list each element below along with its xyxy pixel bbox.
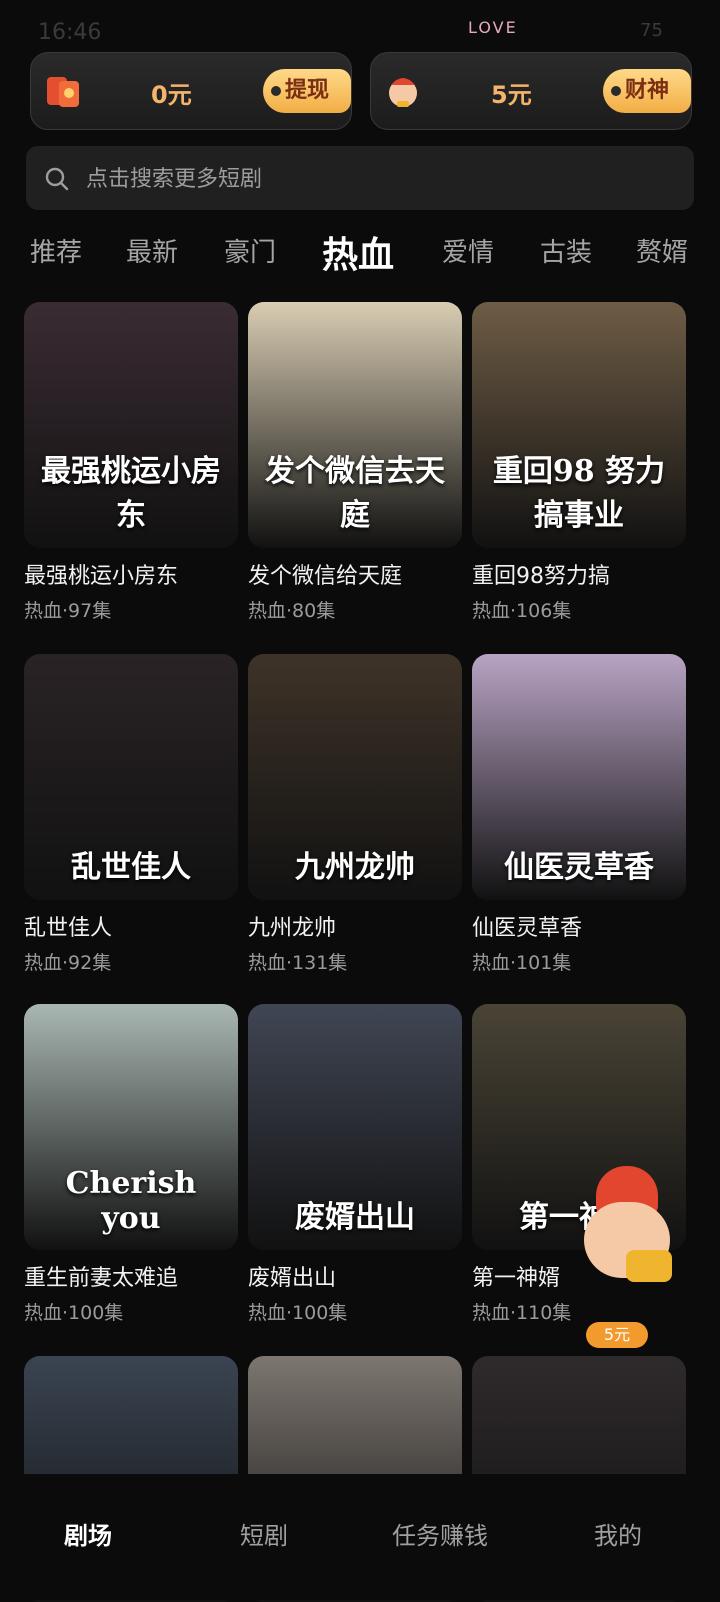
drama-card[interactable]: 九州龙帅 九州龙帅 热血·131集 [248,654,462,974]
drama-meta: 热血·110集 [472,1302,572,1324]
drama-card[interactable]: 废婿出山 废婿出山 热血·100集 [248,1004,462,1324]
poster-title-art: 仙医灵草香 [504,850,654,885]
nav-earn-tasks[interactable]: 任务赚钱 [392,1516,488,1551]
drama-card[interactable]: 发个微信去天庭发个微信给天庭 热血·80集 [248,302,462,622]
status-decoration: LOVE [468,18,518,37]
drama-title: 废婿出山 [248,1266,337,1291]
drama-meta: 热血·101集 [472,952,572,974]
drama-poster[interactable]: 乱世佳人 [24,654,238,900]
tab-son-in-law[interactable]: 赘婿 [636,232,688,269]
poster-title-art: 九州龙帅 [295,850,415,885]
drama-title: 重生前妻太难追 [24,1266,179,1291]
fortune-card[interactable]: 5元 财神 [370,52,692,130]
fortune-god-floating-icon[interactable] [566,1166,684,1316]
drama-card[interactable]: 重回98 努力搞事业重回98努力搞 热血·106集 [472,302,686,622]
battery-level: 75 [640,20,663,41]
poster-title-art: 乱世佳人 [71,850,191,885]
drama-poster[interactable]: 发个微信去天庭 [248,302,462,548]
search-input[interactable] [84,160,668,198]
tab-costume[interactable]: 古装 [540,232,592,269]
category-tabs: 推荐 最新 豪门 热血 爱情 古装 赘婿 [0,226,720,276]
search-bar[interactable] [26,146,694,210]
tab-romance[interactable]: 爱情 [442,232,494,269]
drama-meta: 热血·92集 [24,952,112,974]
drama-card[interactable]: Cherish you 重生前妻太难追 热血·100集 [24,1004,238,1324]
red-envelope-icon [47,77,79,107]
drama-poster[interactable]: 九州龙帅 [248,654,462,900]
drama-poster[interactable]: Cherish you [24,1004,238,1250]
poster-title-art: 发个微信去天庭 [265,454,445,533]
drama-title: 发个微信给天庭 [248,564,403,589]
search-icon [45,167,69,191]
tab-hot-blood[interactable]: 热血 [322,226,394,278]
bottom-navigation: 剧场 短剧 任务赚钱 我的 [0,1474,720,1600]
drama-card[interactable]: 仙医灵草香 仙医灵草香 热血·101集 [472,654,686,974]
poster-title-art: 最强桃运小房东 [41,454,221,533]
drama-title: 第一神婿 [472,1266,561,1291]
drama-title: 最强桃运小房东 [24,564,179,589]
drama-card[interactable]: 最强桃运小房东 最强桃运小房东 热血·97集 [24,302,238,622]
drama-poster[interactable]: 重回98 努力搞事业 [472,302,686,548]
tab-recommend[interactable]: 推荐 [30,232,82,269]
drama-title: 仙医灵草香 [472,916,583,941]
status-bar: 16:46 LOVE 75 [0,0,720,60]
drama-poster[interactable]: 废婿出山 [248,1004,462,1250]
floating-reward-badge[interactable]: 5元 [586,1322,648,1348]
cash-amount: 0元 [151,81,192,109]
fortune-amount: 5元 [491,81,532,109]
drama-title: 乱世佳人 [24,916,113,941]
nav-profile[interactable]: 我的 [594,1516,642,1551]
fortune-button[interactable]: 财神 [603,69,691,113]
drama-meta: 热血·106集 [472,600,572,622]
drama-meta: 热血·100集 [248,1302,348,1324]
poster-title-art: 废婿出山 [295,1200,415,1235]
drama-meta: 热血·131集 [248,952,348,974]
drama-meta: 热血·100集 [24,1302,124,1324]
cash-balance-card[interactable]: 0元 提现 [30,52,352,130]
poster-title-art: 重回98 努力搞事业 [492,454,666,533]
status-time: 16:46 [38,20,102,45]
poster-title-art: Cherish you [65,1166,197,1236]
drama-card[interactable]: 乱世佳人 乱世佳人 热血·92集 [24,654,238,974]
nav-theater[interactable]: 剧场 [64,1516,112,1551]
drama-title: 九州龙帅 [248,916,337,941]
drama-meta: 热血·80集 [248,600,336,622]
drama-poster[interactable]: 最强桃运小房东 [24,302,238,548]
drama-title: 重回98努力搞 [472,564,610,589]
drama-meta: 热血·97集 [24,600,112,622]
tab-wealthy[interactable]: 豪门 [224,232,276,269]
withdraw-button[interactable]: 提现 [263,69,351,113]
drama-poster[interactable]: 仙医灵草香 [472,654,686,900]
fortune-god-icon [389,78,417,107]
nav-short-drama[interactable]: 短剧 [240,1516,288,1551]
tab-latest[interactable]: 最新 [126,232,178,269]
